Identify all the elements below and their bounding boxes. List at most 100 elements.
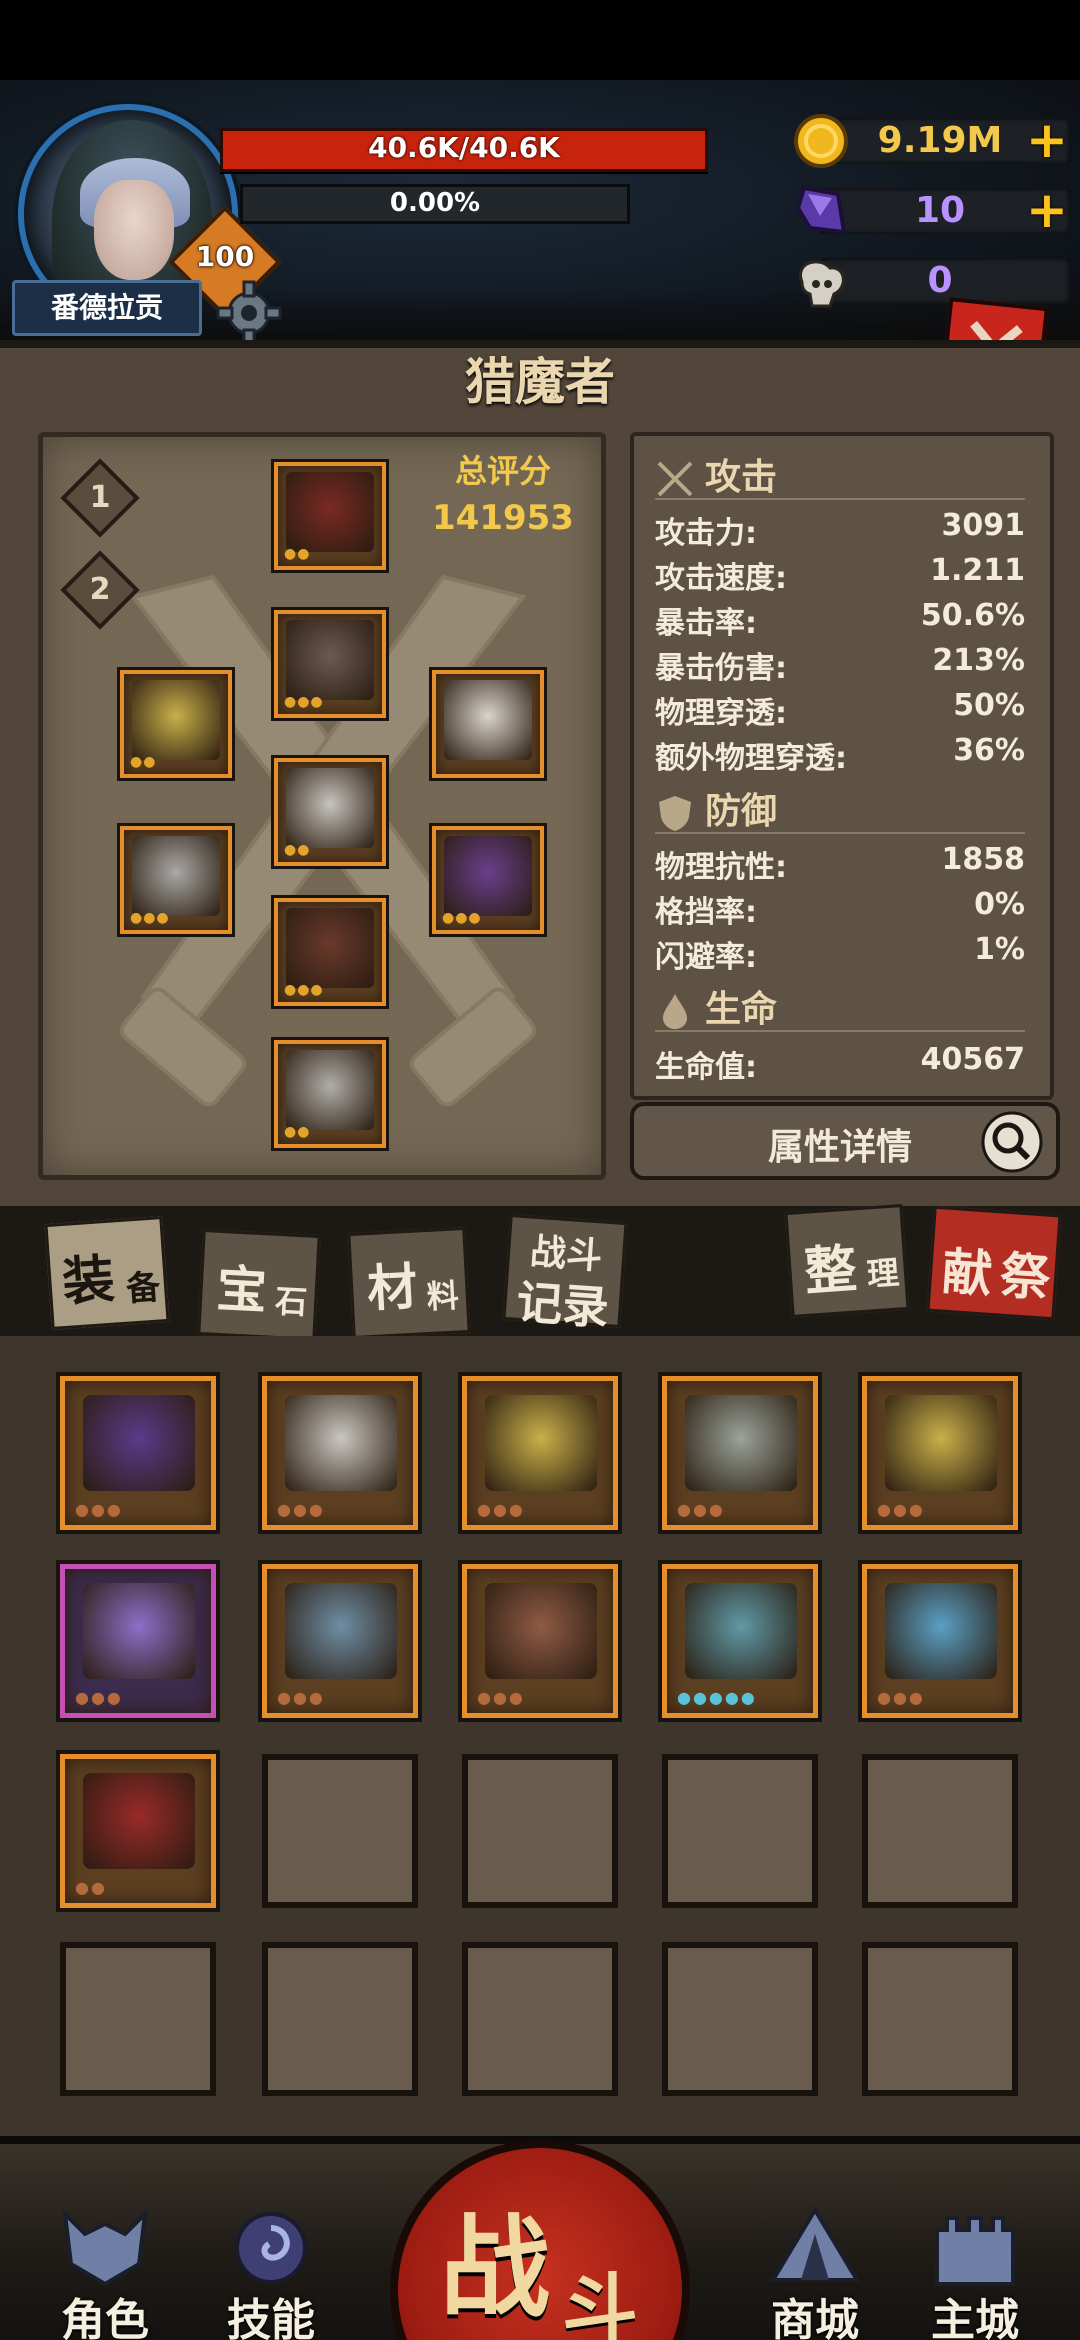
stat-label: 格挡率: bbox=[655, 895, 757, 930]
tab-sort[interactable]: 整 理 bbox=[784, 1204, 910, 1318]
nav-role-button[interactable]: 角色 bbox=[30, 2204, 180, 2340]
face-art bbox=[94, 180, 174, 280]
inventory-slot[interactable]: ●●● bbox=[462, 1376, 618, 1530]
item-gems: ●●● bbox=[75, 1500, 123, 1519]
stat-value: 36% bbox=[953, 733, 1025, 768]
inventory-slot[interactable]: ●●● bbox=[60, 1376, 216, 1530]
stat-label: 暴击伤害: bbox=[655, 651, 787, 686]
divider bbox=[655, 1030, 1025, 1032]
ice-scythe-item bbox=[885, 1583, 997, 1679]
inventory-slot-empty[interactable] bbox=[662, 1942, 818, 2096]
stat-value: 1% bbox=[974, 932, 1025, 967]
inventory-slot[interactable]: ●●● bbox=[60, 1564, 216, 1718]
nav-shop-label: 商城 bbox=[771, 2295, 859, 2340]
inventory-slot[interactable]: ●●●●● bbox=[662, 1564, 818, 1718]
stat-hp: 生命值: 40567 bbox=[655, 1042, 1025, 1085]
inventory-slot[interactable]: ●● bbox=[60, 1754, 216, 1908]
bronze-blade-item bbox=[485, 1583, 597, 1679]
stat-label: 额外物理穿透: bbox=[655, 741, 847, 776]
page-title: 猎魔者 bbox=[465, 353, 615, 411]
inventory-slot[interactable]: ●●● bbox=[862, 1376, 1018, 1530]
tab-label: 备 bbox=[124, 1267, 162, 1310]
frost-hammer-item bbox=[685, 1583, 797, 1679]
hp-text: 40.6K/40.6K bbox=[368, 131, 560, 164]
stat-value: 50% bbox=[953, 688, 1025, 723]
item-gems: ●●● bbox=[877, 1688, 925, 1707]
stat-label: 物理抗性: bbox=[655, 850, 787, 885]
stat-crit-damage: 暴击伤害: 213% bbox=[655, 643, 1025, 686]
ring-item bbox=[132, 680, 220, 760]
dark-greatsword-item bbox=[83, 1395, 195, 1491]
steel-greaves-item bbox=[285, 1395, 397, 1491]
main-weapon-slot[interactable]: ●●● bbox=[120, 826, 232, 934]
boots-item bbox=[286, 1050, 374, 1130]
search-icon[interactable] bbox=[980, 1110, 1044, 1174]
belt-slot[interactable]: ●● bbox=[274, 758, 386, 866]
tab-sacrifice[interactable]: 献 祭 bbox=[926, 1205, 1062, 1321]
inventory-slot-empty[interactable] bbox=[662, 1754, 818, 1908]
inventory-slot[interactable]: ●●● bbox=[462, 1564, 618, 1718]
inventory-slot-empty[interactable] bbox=[462, 1942, 618, 2096]
hero-level: 100 bbox=[195, 240, 255, 273]
necklace-slot[interactable] bbox=[432, 670, 544, 778]
castle-icon bbox=[935, 2216, 1015, 2286]
tab-battle-log[interactable]: 战斗 记录 bbox=[502, 1214, 628, 1335]
nav-skill-label: 技能 bbox=[227, 2295, 315, 2340]
item-gems: ●●● bbox=[477, 1688, 525, 1707]
boots-slot[interactable]: ●● bbox=[274, 1040, 386, 1148]
necklace-item bbox=[444, 680, 532, 760]
inventory-slot-empty[interactable] bbox=[862, 1942, 1018, 2096]
tab-equipment[interactable]: 装 备 bbox=[44, 1216, 170, 1330]
stat-value: 50.6% bbox=[920, 598, 1025, 633]
add-crystal-button[interactable]: + bbox=[1022, 182, 1072, 240]
nav-skill-button[interactable]: 技能 bbox=[196, 2204, 346, 2340]
item-stars: ●●● bbox=[130, 910, 170, 926]
tab-label: 料 bbox=[425, 1276, 460, 1317]
inventory-slot[interactable]: ●●● bbox=[262, 1376, 418, 1530]
nav-castle-label: 主城 bbox=[931, 2295, 1019, 2340]
attribute-details-label: 属性详情 bbox=[767, 1127, 912, 1168]
gold-currency: 9.19M + bbox=[790, 112, 1080, 168]
stat-phys-resist: 物理抗性: 1858 bbox=[655, 842, 1025, 885]
arcane-staff-item bbox=[83, 1583, 195, 1679]
off-weapon-item bbox=[444, 836, 532, 916]
inventory-slot-empty[interactable] bbox=[60, 1942, 216, 2096]
inventory-slot-empty[interactable] bbox=[462, 1754, 618, 1908]
score-label: 总评分 bbox=[454, 452, 551, 490]
inventory-slot-empty[interactable] bbox=[862, 1754, 1018, 1908]
inventory-slot[interactable]: ●●● bbox=[262, 1564, 418, 1718]
ring-slot[interactable]: ●● bbox=[120, 670, 232, 778]
helmet-slot[interactable]: ●● bbox=[274, 462, 386, 570]
life-header: 生命 bbox=[655, 980, 777, 1032]
tab-label: 石 bbox=[274, 1281, 309, 1322]
nav-shop-button[interactable]: 商城 bbox=[740, 2204, 890, 2340]
tab-label: 祭 bbox=[998, 1246, 1053, 1308]
gold-value: 9.19M bbox=[877, 120, 1003, 161]
purple-crystal-icon bbox=[795, 185, 847, 235]
add-gold-button[interactable]: + bbox=[1022, 112, 1072, 170]
tab-materials[interactable]: 材 料 bbox=[347, 1226, 471, 1340]
inventory-slot[interactable]: ●●● bbox=[662, 1376, 818, 1530]
nav-castle-button[interactable]: 主城 bbox=[900, 2204, 1050, 2340]
hero-name: 番德拉贡 bbox=[12, 280, 202, 336]
off-weapon-slot[interactable]: ●●● bbox=[432, 826, 544, 934]
shield-icon bbox=[659, 796, 691, 831]
pants-slot[interactable]: ●●● bbox=[274, 898, 386, 1006]
frost-sword-item bbox=[285, 1583, 397, 1679]
inventory-slot-empty[interactable] bbox=[262, 1754, 418, 1908]
tab-label: 记录 bbox=[514, 1274, 611, 1336]
item-gems: ●● bbox=[75, 1878, 107, 1897]
loadout-1-label: 1 bbox=[89, 480, 111, 515]
gear-icon[interactable] bbox=[214, 278, 284, 348]
tab-label: 理 bbox=[865, 1253, 901, 1294]
main-weapon-item bbox=[132, 836, 220, 916]
tab-gems[interactable]: 宝 石 bbox=[197, 1228, 321, 1342]
swirl-icon bbox=[235, 2212, 307, 2284]
armor-slot[interactable]: ●●● bbox=[274, 610, 386, 718]
stat-attack-power: 攻击力: 3091 bbox=[655, 508, 1025, 551]
inventory-slot-empty[interactable] bbox=[262, 1942, 418, 2096]
inventory-slot[interactable]: ●●● bbox=[862, 1564, 1018, 1718]
helmet-item bbox=[286, 472, 374, 552]
stat-dodge-rate: 闪避率: 1% bbox=[655, 932, 1025, 975]
tent-icon bbox=[769, 2206, 861, 2282]
